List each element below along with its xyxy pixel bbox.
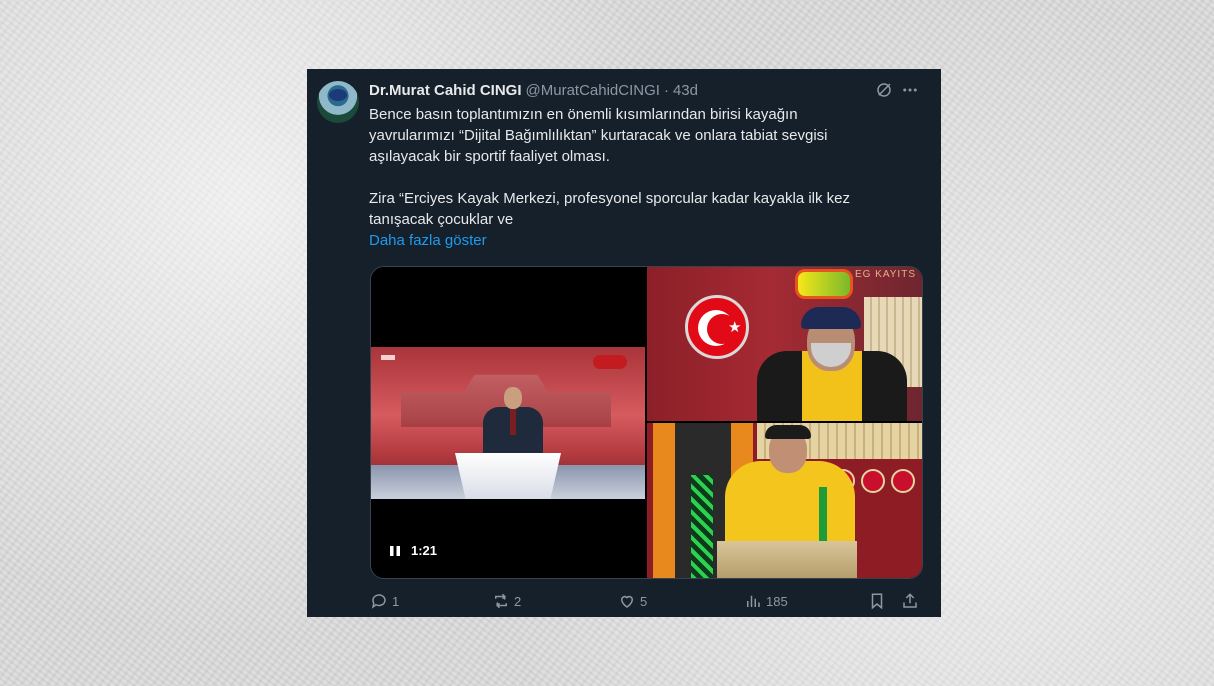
reply-count: 1 <box>392 593 400 609</box>
repost-button[interactable]: 2 <box>492 589 521 613</box>
view-count: 185 <box>766 593 788 609</box>
video-player[interactable]: 1:21 <box>371 267 645 578</box>
tweet-card[interactable]: Dr.Murat Cahid CINGI @MuratCahidCINGI · … <box>307 69 941 617</box>
news-anchor-figure <box>483 387 543 455</box>
media-image-top-right[interactable]: EG KAYITS ★ <box>647 267 922 421</box>
reply-button[interactable]: 1 <box>370 589 399 613</box>
media-grid[interactable]: 1:21 EG KAYITS ★ <box>370 266 923 579</box>
speaker-figure <box>757 307 907 421</box>
turkish-flag-icon: ★ <box>685 295 749 359</box>
media-image-bottom-right[interactable] <box>647 423 922 578</box>
bookmark-icon <box>871 593 883 610</box>
more-horizontal-icon[interactable] <box>901 81 919 99</box>
bookmark-button[interactable] <box>868 589 886 613</box>
avatar[interactable] <box>317 81 359 123</box>
repost-count: 2 <box>514 593 522 609</box>
video-controls: 1:21 <box>389 543 437 558</box>
skis-icon <box>691 475 713 578</box>
tweet-paragraph: Bence basın toplantımızın en önemli kısı… <box>369 106 828 165</box>
banner-text: EG KAYITS <box>854 269 916 280</box>
pause-icon[interactable] <box>389 545 401 557</box>
tweet-header: Dr.Murat Cahid CINGI @MuratCahidCINGI · … <box>369 80 698 100</box>
microphone-icon <box>819 487 827 547</box>
show-more-link[interactable]: Daha fazla göster <box>369 232 487 249</box>
emblem-icon <box>891 469 915 493</box>
video-frame <box>371 347 645 499</box>
action-bar: 1 2 5 185 <box>370 589 921 613</box>
like-button[interactable]: 5 <box>618 589 647 613</box>
channel-logo <box>593 355 627 369</box>
views-chart-icon <box>747 595 760 607</box>
views-button[interactable]: 185 <box>744 589 788 613</box>
author-handle[interactable]: @MuratCahidCINGI <box>526 82 660 99</box>
share-icon <box>903 593 917 608</box>
header-separator: · <box>663 81 669 99</box>
video-timestamp: 1:21 <box>411 543 438 558</box>
share-button[interactable] <box>901 589 919 613</box>
heart-icon <box>620 595 634 608</box>
tweet-paragraph: Zira “Erciyes Kayak Merkezi, profesyonel… <box>369 190 851 228</box>
ski-goggles-icon <box>795 269 853 299</box>
author-name[interactable]: Dr.Murat Cahid CINGI <box>369 82 522 99</box>
reply-icon <box>371 594 386 609</box>
tweet-time[interactable]: 43d <box>673 82 698 99</box>
like-count: 5 <box>640 593 648 609</box>
tweet-text: Bence basın toplantımızın en önemli kısı… <box>369 104 909 230</box>
repost-icon <box>495 593 507 609</box>
grok-icon[interactable] <box>875 81 893 99</box>
podium <box>717 541 857 578</box>
emblem-icon <box>861 469 885 493</box>
